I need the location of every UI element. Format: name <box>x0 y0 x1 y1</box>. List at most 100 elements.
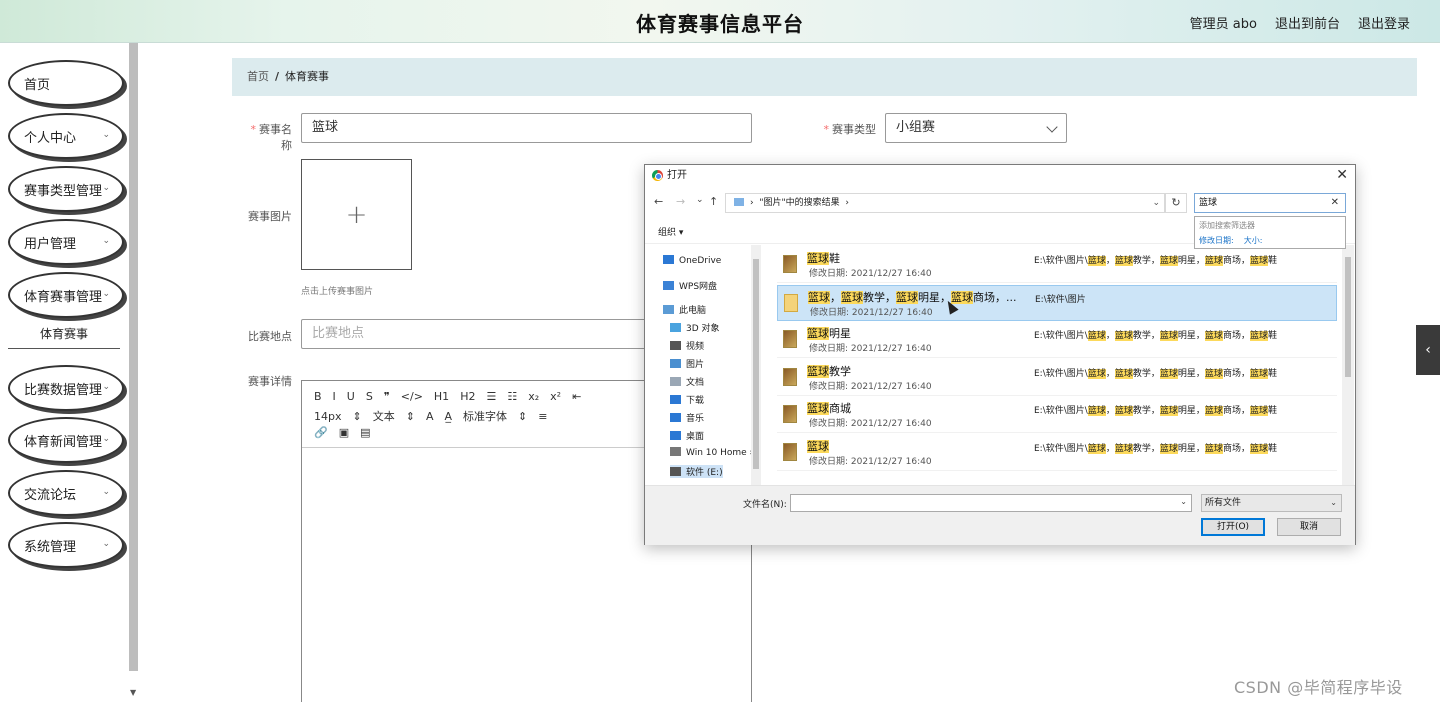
up-arrow-icon[interactable]: ↑ <box>709 195 718 208</box>
suggest-header: 添加搜索筛选器 <box>1199 221 1255 230</box>
editor-tool-button[interactable]: B <box>314 390 322 403</box>
tree-item-label: 3D 对象 <box>686 324 720 334</box>
search-filter-option[interactable]: 修改日期: <box>1199 236 1234 245</box>
text-fragment: 明星， <box>1177 256 1205 266</box>
clear-search-icon[interactable]: ✕ <box>1331 194 1339 212</box>
filename-label: 文件名(N): <box>743 500 787 510</box>
sidebar-item-0[interactable]: 首页 <box>8 60 124 106</box>
tree-item[interactable]: 图片 <box>670 357 704 370</box>
tree-item[interactable]: Win 10 Home › <box>670 447 753 458</box>
editor-tool-button[interactable]: H2 <box>460 390 475 403</box>
dialog-navbar: ← → ⌄ ↑ › "图片"中的搜索结果 › ⌄ ↻ 篮球 ✕ <box>645 191 1355 215</box>
tree-item[interactable]: 下载 <box>670 393 704 406</box>
tree-item[interactable]: 此电脑 <box>663 303 706 316</box>
file-list-scrollbar[interactable] <box>1342 245 1354 485</box>
address-bar[interactable]: › "图片"中的搜索结果 › ⌄ <box>725 193 1165 213</box>
file-list-item[interactable]: 篮球商城 修改日期: 2021/12/27 16:40 E:\软件\图片\篮球，篮球… <box>777 397 1337 434</box>
filetype-select[interactable]: 所有文件 ⌄ <box>1201 494 1342 512</box>
tree-item[interactable]: 视频 <box>670 339 704 352</box>
filename-input[interactable]: ⌄ <box>790 494 1192 512</box>
tree-item[interactable]: OneDrive <box>663 255 721 266</box>
tree-item-label: 视频 <box>686 342 705 352</box>
search-highlight: 篮球 <box>1249 256 1268 266</box>
sidebar-item-8[interactable]: 系统管理 ⌄ <box>8 522 124 568</box>
cancel-button[interactable]: 取消 <box>1277 518 1341 536</box>
drive-icon <box>670 447 681 456</box>
logout-link[interactable]: 退出登录 <box>1358 13 1410 32</box>
file-path: E:\软件\图片\篮球，篮球教学，篮球明星，篮球商场，篮球鞋 <box>1034 253 1277 266</box>
open-button[interactable]: 打开(O) <box>1201 518 1265 536</box>
editor-tool-button[interactable]: H1 <box>434 390 449 403</box>
file-list-item[interactable]: 篮球 修改日期: 2021/12/27 16:40 E:\软件\图片\篮球，篮球教学… <box>777 435 1337 471</box>
sidebar-item-1[interactable]: 个人中心 ⌄ <box>8 113 124 159</box>
editor-tool-button[interactable]: S <box>366 390 373 403</box>
editor-tool-button[interactable]: ☰ <box>486 390 496 403</box>
organize-menu[interactable]: 组织 ▾ <box>658 225 683 238</box>
editor-tool-button[interactable]: ≡ <box>538 410 547 423</box>
tree-scrollbar[interactable] <box>751 245 761 485</box>
editor-tool-button[interactable]: ▤ <box>360 426 370 439</box>
text-fragment: 明星， <box>1177 444 1205 454</box>
sidebar-scrollbar[interactable] <box>129 43 138 671</box>
tree-item[interactable]: 文档 <box>670 375 704 388</box>
event-name-input[interactable]: 篮球 <box>301 113 752 143</box>
search-highlight: 篮球 <box>807 440 829 453</box>
sidebar-item-7[interactable]: 交流论坛 ⌄ <box>8 470 124 516</box>
file-list-item[interactable]: 篮球鞋 修改日期: 2021/12/27 16:40 E:\软件\图片\篮球，篮球教… <box>777 247 1337 283</box>
tree-item-label: 下载 <box>686 396 705 406</box>
editor-tool-button[interactable]: 🔗 <box>314 426 328 439</box>
editor-tool-button[interactable]: ☷ <box>507 390 517 403</box>
sidebar-subitem-sports-event[interactable]: 体育赛事 <box>8 319 120 349</box>
editor-tool-button[interactable]: ⇕ <box>518 410 527 423</box>
refresh-button[interactable]: ↻ <box>1165 193 1187 213</box>
tree-item[interactable]: WPS网盘 <box>663 279 717 292</box>
editor-tool-button[interactable]: 文本 <box>373 408 395 424</box>
chevron-down-icon[interactable]: ⌄ <box>1152 194 1160 212</box>
editor-tool-button[interactable]: </> <box>401 390 423 403</box>
event-type-select[interactable]: 小组赛 <box>885 113 1067 143</box>
chevron-down-icon[interactable]: ⌄ <box>1180 497 1187 506</box>
text-fragment: 商场， <box>1222 368 1250 379</box>
editor-tool-button[interactable]: A <box>426 410 434 423</box>
file-list-item[interactable]: 篮球明星 修改日期: 2021/12/27 16:40 E:\软件\图片\篮球，篮球… <box>777 322 1337 359</box>
sidebar-item-2[interactable]: 赛事类型管理 ⌄ <box>8 166 124 212</box>
sidebar-item-5[interactable]: 比赛数据管理 ⌄ <box>8 365 124 411</box>
text-fragment: 鞋 <box>1267 406 1277 417</box>
scroll-down-icon[interactable]: ▼ <box>130 688 136 697</box>
recent-locations-icon[interactable]: ⌄ <box>696 195 704 205</box>
editor-tool-button[interactable]: A̲ <box>444 410 452 423</box>
image-upload-button[interactable]: + <box>301 159 412 270</box>
editor-tool-button[interactable]: x₂ <box>528 390 539 403</box>
admin-user-link[interactable]: 管理员 abo <box>1190 13 1257 32</box>
tree-item[interactable]: 3D 对象 <box>670 321 720 334</box>
tree-item[interactable]: 桌面 <box>670 429 704 442</box>
editor-tool-button[interactable]: ❞ <box>384 390 390 403</box>
file-path: E:\软件\图片 <box>1035 292 1086 305</box>
editor-tool-button[interactable]: ⇤ <box>572 390 581 403</box>
editor-tool-button[interactable]: 14px <box>314 410 342 423</box>
sidebar-item-4[interactable]: 体育赛事管理 ⌄ <box>8 272 124 318</box>
file-list-item[interactable]: 篮球教学 修改日期: 2021/12/27 16:40 E:\软件\图片\篮球，篮球… <box>777 360 1337 396</box>
forward-arrow-icon[interactable]: → <box>676 195 685 208</box>
back-arrow-icon[interactable]: ← <box>654 195 663 208</box>
editor-tool-button[interactable]: x² <box>550 390 561 403</box>
tree-item[interactable]: 音乐 <box>670 411 704 424</box>
editor-tool-button[interactable]: I <box>333 390 336 403</box>
editor-tool-button[interactable]: ⇕ <box>406 410 415 423</box>
breadcrumb-separator: / <box>275 70 280 83</box>
editor-tool-button[interactable]: ⇕ <box>353 410 362 423</box>
editor-tool-button[interactable]: ▣ <box>339 426 349 439</box>
sidebar-item-3[interactable]: 用户管理 ⌄ <box>8 219 124 265</box>
file-list-item[interactable]: 篮球，篮球教学，篮球明星，篮球商场，... 修改日期: 2021/12/27 16… <box>777 284 1337 321</box>
search-filter-option[interactable]: 大小: <box>1244 236 1263 245</box>
dialog-close-button[interactable]: ✕ <box>1336 167 1348 183</box>
search-input[interactable]: 篮球 ✕ <box>1194 193 1346 213</box>
breadcrumb-home[interactable]: 首页 <box>247 70 269 83</box>
search-highlight: 篮球 <box>1087 406 1106 417</box>
back-to-front-link[interactable]: 退出到前台 <box>1275 13 1340 32</box>
editor-tool-button[interactable]: U <box>347 390 355 403</box>
editor-tool-button[interactable]: 标准字体 <box>463 408 507 424</box>
tree-item[interactable]: 软件 (E:) <box>670 465 723 478</box>
collapse-panel-button[interactable]: ‹ <box>1416 325 1440 375</box>
sidebar-item-6[interactable]: 体育新闻管理 ⌄ <box>8 417 124 463</box>
